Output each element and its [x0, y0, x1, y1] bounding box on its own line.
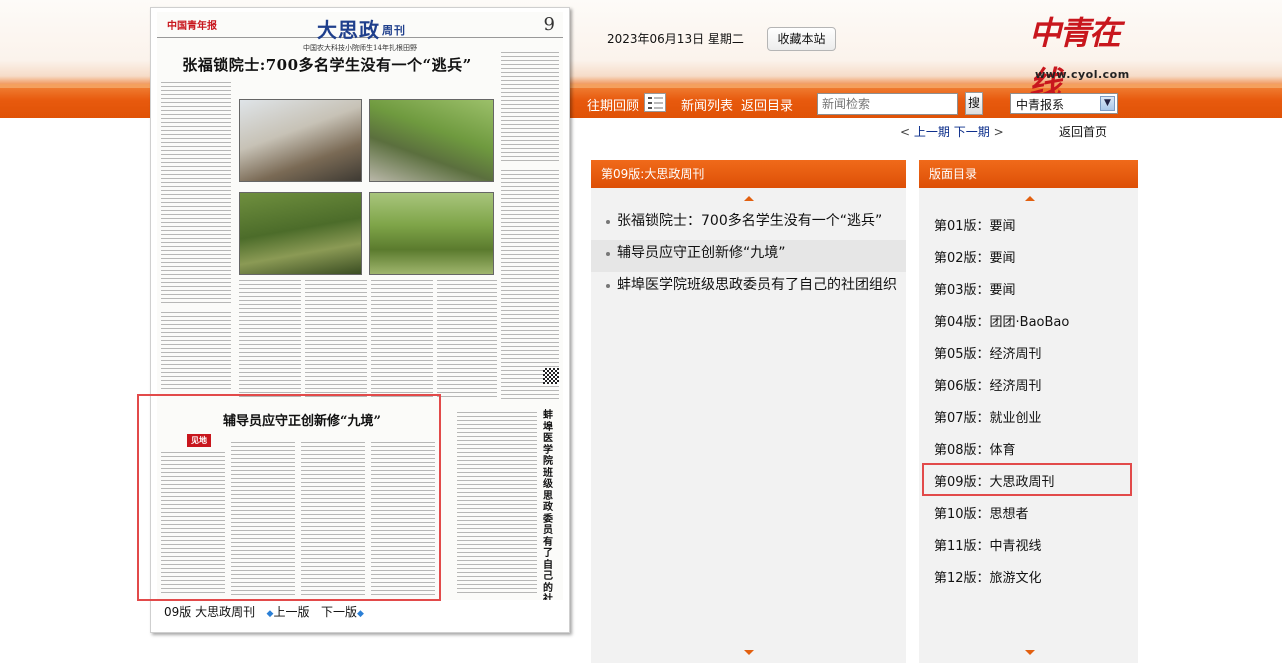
page-link-02[interactable]: 第02版：要闻 — [934, 247, 1016, 266]
page-link-01[interactable]: 第01版：要闻 — [934, 215, 1016, 234]
page-footer-nav: 09版 大思政周刊 ◆上一版 下一版◆ — [164, 603, 364, 620]
page-directory-panel: 版面目录 第01版：要闻 第02版：要闻 第03版：要闻 第04版：团团·Bao… — [919, 160, 1138, 663]
search-button[interactable]: 搜 — [965, 92, 983, 115]
news-list-link[interactable]: 新闻列表 — [681, 95, 733, 114]
pager-left-bracket: < — [900, 125, 911, 139]
home-link[interactable]: 返回首页 — [1059, 123, 1107, 140]
scroll-up-icon[interactable] — [1025, 196, 1035, 201]
page-link-11[interactable]: 第11版：中青视线 — [934, 535, 1042, 554]
text-column — [501, 52, 559, 162]
text-column — [161, 82, 231, 304]
current-date: 2023年06月13日 星期二 — [607, 32, 744, 46]
current-page-label: 09版 大思政周刊 — [164, 605, 256, 619]
text-column — [239, 280, 301, 400]
scroll-up-icon[interactable] — [744, 196, 754, 201]
news-item-title: 蚌埠医学院班级思政委员有了自己的社团组织 — [617, 277, 897, 293]
page-link-07[interactable]: 第07版：就业创业 — [934, 407, 1042, 426]
bullet-icon — [606, 284, 610, 288]
past-issues-link[interactable]: 往期回顾 — [587, 95, 639, 114]
text-column — [305, 280, 367, 400]
bookmark-button[interactable]: 收藏本站 — [767, 27, 836, 51]
text-column — [501, 170, 559, 400]
news-item[interactable]: 张福锁院士：700多名学生没有一个“逃兵” — [591, 208, 906, 240]
scroll-down-icon[interactable] — [1025, 650, 1035, 655]
qr-code — [543, 368, 559, 384]
arrow-right-icon: ◆ — [356, 609, 364, 619]
page-link-04[interactable]: 第04版：团团·BaoBao — [934, 311, 1069, 330]
article-headline-3[interactable]: 蚌埠医学院班级思政委员有了自己的社团组织 — [541, 410, 555, 600]
news-list-panel: 第09版:大思政周刊 张福锁院士：700多名学生没有一个“逃兵” 辅导员应守正创… — [591, 160, 906, 663]
article-photo — [239, 192, 362, 275]
page-link-10[interactable]: 第10版：思想者 — [934, 503, 1029, 522]
pager-right-bracket: > — [993, 125, 1004, 139]
paper-brand: 中国青年报 — [167, 21, 217, 32]
scroll-down-icon[interactable] — [744, 650, 754, 655]
article-photo — [239, 99, 362, 182]
search-input[interactable] — [817, 93, 958, 115]
page-number: 9 — [543, 14, 555, 35]
news-list: 张福锁院士：700多名学生没有一个“逃兵” 辅导员应守正创新修“九境” 蚌埠医学… — [591, 208, 906, 304]
prev-page-link[interactable]: 上一版 — [273, 605, 309, 619]
text-column — [371, 280, 433, 400]
logo-url: www.cyol.com — [1035, 68, 1130, 81]
news-panel-title: 第09版:大思政周刊 — [591, 160, 906, 188]
calendar-grid-icon[interactable] — [644, 93, 666, 112]
newspaper-select[interactable]: 中青报系 ▼ — [1010, 93, 1118, 114]
text-column — [457, 412, 537, 596]
next-page-link[interactable]: 下一版 — [321, 605, 357, 619]
next-issue-link[interactable]: 下一期 — [954, 125, 990, 139]
article-photo — [369, 192, 494, 275]
text-column — [437, 280, 497, 400]
selected-article-highlight — [137, 394, 441, 601]
prev-issue-link[interactable]: 上一期 — [914, 125, 950, 139]
news-item-title: 张福锁院士：700多名学生没有一个“逃兵” — [617, 213, 883, 229]
current-page-highlight — [922, 463, 1132, 496]
bullet-icon — [606, 220, 610, 224]
section-title: 大思政 周刊 — [317, 18, 406, 42]
bullet-icon — [606, 252, 610, 256]
page-link-06[interactable]: 第06版：经济周刊 — [934, 375, 1042, 394]
page-link-05[interactable]: 第05版：经济周刊 — [934, 343, 1042, 362]
issue-pager: < 上一期 下一期 > — [900, 123, 1004, 140]
chevron-down-icon[interactable]: ▼ — [1100, 96, 1115, 111]
back-to-index-link[interactable]: 返回目录 — [741, 95, 793, 114]
article-headline-1[interactable]: 张福锁院士:700多名学生没有一个“逃兵” — [157, 54, 497, 75]
article-photo — [369, 99, 494, 182]
page-link-08[interactable]: 第08版：体育 — [934, 439, 1016, 458]
page-masthead: 中国青年报 大思政 周刊 9 — [157, 12, 563, 42]
page-link-12[interactable]: 第12版：旅游文化 — [934, 567, 1042, 586]
news-item-title: 辅导员应守正创新修“九境” — [617, 245, 786, 261]
news-item[interactable]: 辅导员应守正创新修“九境” — [591, 240, 906, 272]
directory-panel-title: 版面目录 — [919, 160, 1138, 188]
text-column — [161, 312, 231, 392]
news-item[interactable]: 蚌埠医学院班级思政委员有了自己的社团组织 — [591, 272, 906, 304]
newspaper-select-value: 中青报系 — [1016, 98, 1065, 112]
page-link-03[interactable]: 第03版：要闻 — [934, 279, 1016, 298]
